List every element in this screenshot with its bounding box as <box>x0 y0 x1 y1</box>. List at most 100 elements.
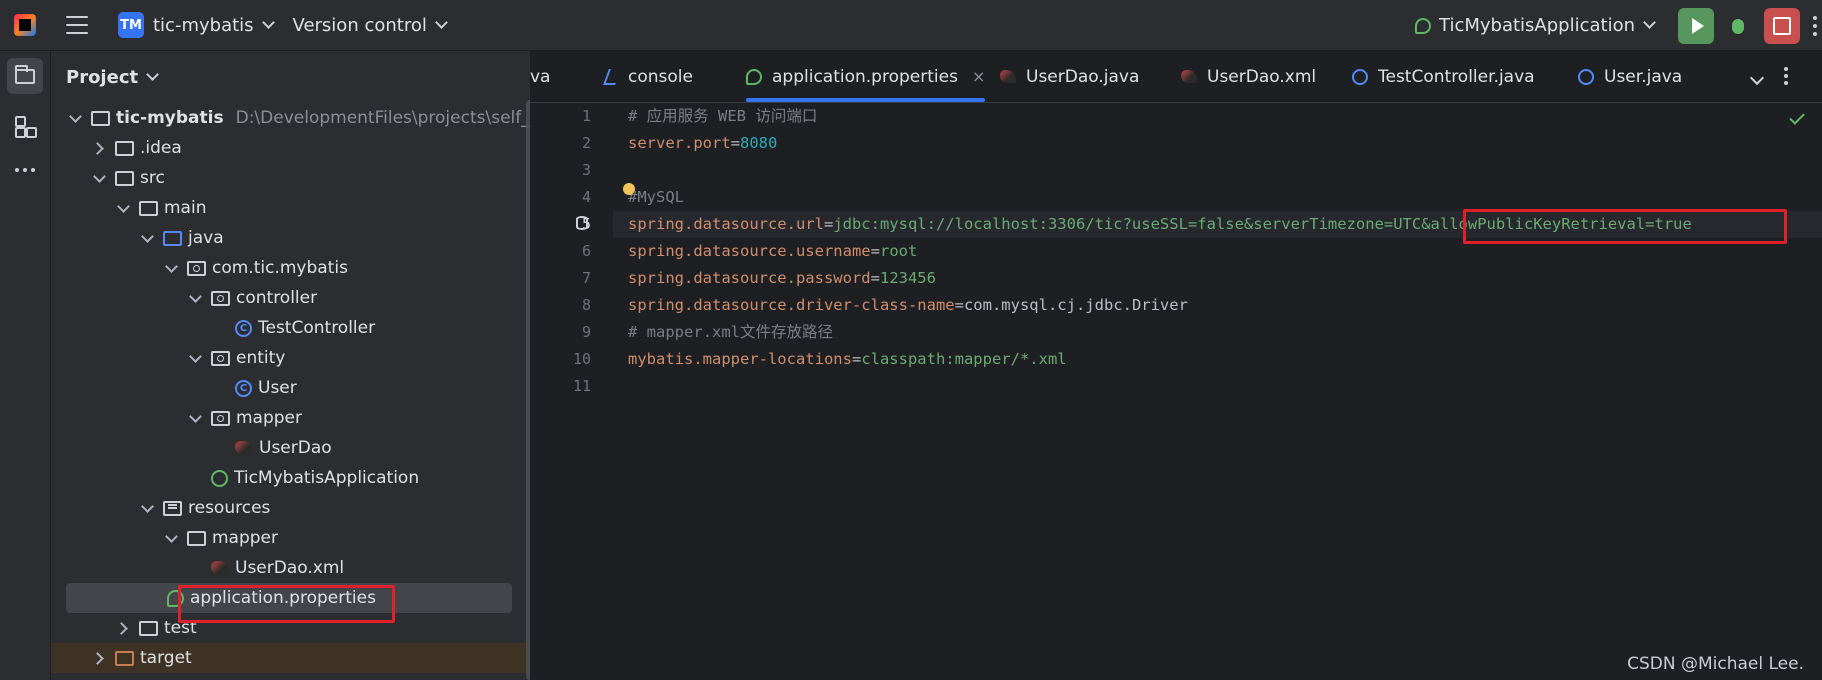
folder-icon <box>115 170 134 186</box>
class-icon <box>1578 68 1594 85</box>
project-panel-header[interactable]: Project <box>51 51 530 103</box>
stop-button[interactable] <box>1764 7 1800 44</box>
line-number: 7 <box>581 269 591 287</box>
property-key: spring.datasource.password <box>628 269 871 287</box>
chevron-down-icon <box>146 67 159 81</box>
line-number: 8 <box>581 296 591 314</box>
tabs-more-icon[interactable] <box>1784 67 1788 85</box>
tab-user-java[interactable]: User.java <box>1578 51 1682 102</box>
tree-item-package[interactable]: com.tic.mybatis <box>51 253 530 283</box>
expand-arrow-icon[interactable] <box>185 408 205 428</box>
project-panel-title: Project <box>66 66 139 88</box>
tab-console[interactable]: console <box>603 51 693 102</box>
line-number: 9 <box>581 323 591 341</box>
version-control-menu[interactable]: Version control <box>293 15 427 36</box>
class-icon <box>1352 68 1368 85</box>
lightbulb-icon[interactable] <box>623 183 635 195</box>
tree-item-mapper-pkg[interactable]: mapper <box>51 403 530 433</box>
tree-item-userdao[interactable]: UserDao <box>51 433 530 463</box>
tree-item-testcontroller[interactable]: C TestController <box>51 313 530 343</box>
editor-area: va console application.properties × User… <box>530 51 1822 680</box>
title-bar: TM tic-mybatis Version control TicMybati… <box>0 0 1822 51</box>
code-area[interactable]: # 应用服务 WEB 访问端口 server.port=8080 #MySQL … <box>613 103 1822 680</box>
tree-item-main[interactable]: main <box>51 193 530 223</box>
tree-item-label: main <box>164 198 207 218</box>
main-menu-icon[interactable] <box>66 16 88 34</box>
tab-testcontroller-java[interactable]: TestController.java <box>1352 51 1535 102</box>
tab-application-properties[interactable]: application.properties × <box>746 51 986 102</box>
mybatis-icon <box>235 441 253 455</box>
tree-item-entity[interactable]: entity <box>51 343 530 373</box>
expand-arrow-icon[interactable] <box>89 138 109 158</box>
more-tools-button[interactable] <box>7 152 43 188</box>
tab-userdao-java[interactable]: UserDao.java <box>994 51 1139 102</box>
expand-arrow-icon[interactable] <box>137 498 157 518</box>
project-badge[interactable]: TM <box>118 12 144 38</box>
resources-folder-icon <box>163 500 182 516</box>
chevron-down-icon[interactable] <box>434 15 448 29</box>
tree-item-label: resources <box>188 498 271 518</box>
tree-item-label: UserDao.xml <box>235 558 345 578</box>
tree-item-label: target <box>140 648 192 668</box>
tree-item-idea[interactable]: .idea <box>51 133 530 163</box>
tree-item-label: mapper <box>236 408 303 428</box>
equals: = <box>730 134 740 152</box>
tab-partial-java[interactable]: va <box>530 51 550 102</box>
expand-arrow-icon[interactable] <box>113 618 133 638</box>
code-line: # 应用服务 WEB 访问端口 <box>613 103 1822 130</box>
close-icon[interactable]: × <box>972 67 985 86</box>
expand-arrow-icon[interactable] <box>185 348 205 368</box>
expand-arrow-icon[interactable] <box>65 108 85 128</box>
tree-item-user[interactable]: C User <box>51 373 530 403</box>
tree-item-resources[interactable]: resources <box>51 493 530 523</box>
tree-item-java[interactable]: java <box>51 223 530 253</box>
tab-userdao-xml[interactable]: UserDao.xml <box>1175 51 1316 102</box>
tree-item-label: com.tic.mybatis <box>212 258 348 278</box>
database-gutter-icon[interactable] <box>576 216 588 230</box>
project-path: D:\DevelopmentFiles\projects\self_proje <box>235 108 530 128</box>
project-tool-button[interactable] <box>7 58 43 94</box>
rerun-button[interactable] <box>1678 7 1714 44</box>
property-key: mybatis.mapper-locations <box>628 350 852 368</box>
property-key: spring.datasource.url <box>628 215 824 233</box>
package-icon <box>211 410 230 426</box>
line-number: 1 <box>581 107 591 125</box>
tree-item-target[interactable]: target <box>51 643 530 673</box>
expand-arrow-icon[interactable] <box>113 198 133 218</box>
package-icon <box>187 260 206 276</box>
watermark: CSDN @Michael Lee. <box>1627 654 1804 674</box>
expand-arrow-icon[interactable] <box>161 528 181 548</box>
property-key: spring.datasource.driver-class-name <box>628 296 955 314</box>
tabs-dropdown-icon[interactable] <box>1749 70 1765 86</box>
tree-item-root[interactable]: tic-mybatis D:\DevelopmentFiles\projects… <box>51 103 530 133</box>
equals: = <box>870 242 880 260</box>
tree-item-mapper-dir[interactable]: mapper <box>51 523 530 553</box>
debug-icon[interactable] <box>1726 14 1750 38</box>
expand-arrow-icon[interactable] <box>137 228 157 248</box>
chevron-down-icon[interactable] <box>261 15 275 29</box>
mybatis-xml-icon <box>1181 70 1197 83</box>
tool-window-strip <box>0 51 51 680</box>
tree-item-src[interactable]: src <box>51 163 530 193</box>
more-actions-icon[interactable] <box>1812 15 1818 36</box>
expand-arrow-icon[interactable] <box>185 288 205 308</box>
module-folder-icon <box>91 110 110 126</box>
excluded-folder-icon <box>115 650 134 666</box>
tree-item-label: User <box>258 378 297 398</box>
expand-arrow-icon[interactable] <box>89 648 109 668</box>
tree-item-controller[interactable]: controller <box>51 283 530 313</box>
expand-arrow-icon[interactable] <box>161 258 181 278</box>
code-line: spring.datasource.password=123456 <box>613 265 1822 292</box>
run-config-label: TicMybatisApplication <box>1439 15 1635 36</box>
run-config-selector[interactable]: TicMybatisApplication <box>1415 15 1656 36</box>
structure-tool-button[interactable] <box>7 108 43 144</box>
tree-item-application[interactable]: TicMybatisApplication <box>51 463 530 493</box>
tree-item-label: tic-mybatis <box>116 108 224 128</box>
intellij-logo-icon[interactable] <box>14 14 36 36</box>
tree-item-userdao-xml[interactable]: UserDao.xml <box>51 553 530 583</box>
expand-arrow-icon[interactable] <box>89 168 109 188</box>
project-name[interactable]: tic-mybatis <box>153 15 254 36</box>
console-icon <box>603 68 621 85</box>
source-folder-icon <box>163 230 182 246</box>
